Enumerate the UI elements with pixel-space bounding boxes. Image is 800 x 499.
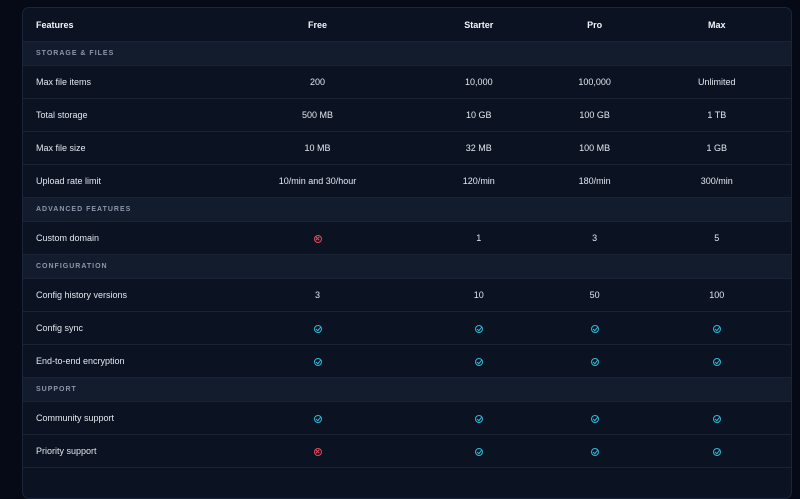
check-circle-icon: [712, 414, 721, 423]
table-row: End-to-end encryption: [23, 345, 791, 378]
cell-free: [224, 323, 411, 333]
feature-label: Priority support: [36, 446, 97, 456]
cell-max: [643, 446, 791, 456]
table-row: Max file size 10 MB 32 MB 100 MB 1 GB: [23, 132, 791, 165]
feature-label: Custom domain: [36, 233, 100, 243]
feature-label: Community support: [36, 413, 115, 423]
cell-starter: 10,000: [465, 77, 493, 87]
header-plan-free: Free: [308, 19, 328, 30]
cell-pro: 50: [589, 290, 600, 300]
cell-max: Unlimited: [698, 77, 736, 87]
check-circle-icon: [474, 447, 483, 456]
cell-max: 1 TB: [707, 110, 727, 120]
cell-pro: [547, 413, 643, 423]
cell-max: [643, 356, 791, 366]
cell-starter: 1: [476, 233, 482, 243]
cell-free: [224, 233, 411, 243]
cell-starter: 120/min: [462, 176, 495, 186]
cell-free: 10/min and 30/hour: [278, 176, 357, 186]
table-row: Upload rate limit 10/min and 30/hour 120/m…: [23, 165, 791, 198]
cell-max: [643, 413, 791, 423]
section-row: SUPPORT: [23, 378, 791, 402]
cell-pro: 100,000: [578, 77, 611, 87]
feature-label: Upload rate limit: [36, 176, 102, 186]
cell-free: 3: [315, 290, 321, 300]
check-circle-icon: [590, 357, 599, 366]
table-row: Custom domain 1 3 5: [23, 222, 791, 255]
check-circle-icon: [712, 324, 721, 333]
feature-label: End-to-end encryption: [36, 356, 125, 366]
cell-pro: 100 MB: [579, 143, 611, 153]
section-title: SUPPORT: [36, 386, 77, 393]
check-circle-icon: [474, 357, 483, 366]
check-circle-icon: [474, 324, 483, 333]
feature-label: Total storage: [36, 110, 88, 120]
cell-starter: [411, 356, 547, 366]
cell-pro: [547, 356, 643, 366]
cell-starter: [411, 323, 547, 333]
cell-max: 1 GB: [706, 143, 728, 153]
cell-free: 200: [310, 77, 326, 87]
section-title: CONFIGURATION: [36, 263, 108, 270]
feature-label: Config history versions: [36, 290, 128, 300]
section-row: STORAGE & FILES: [23, 42, 791, 66]
header-plan-pro: Pro: [587, 19, 603, 30]
cell-free: [224, 356, 411, 366]
feature-label: Max file size: [36, 143, 86, 153]
table-row: Priority support: [23, 435, 791, 468]
check-circle-icon: [313, 414, 322, 423]
check-circle-icon: [590, 447, 599, 456]
header-plan-max: Max: [708, 19, 726, 30]
table-header: Features Free Starter Pro Max: [23, 8, 791, 42]
check-circle-icon: [590, 324, 599, 333]
cell-max: 100: [709, 290, 725, 300]
feature-label: Config sync: [36, 323, 84, 333]
cell-starter: 10 GB: [466, 110, 492, 120]
cell-pro: 180/min: [578, 176, 611, 186]
cell-pro: 3: [592, 233, 598, 243]
cell-starter: 10: [473, 290, 484, 300]
cell-free: [224, 446, 411, 456]
table-row: Total storage 500 MB 10 GB 100 GB 1 TB: [23, 99, 791, 132]
section-title: ADVANCED FEATURES: [36, 206, 132, 213]
check-circle-icon: [590, 414, 599, 423]
section-row: CONFIGURATION: [23, 255, 791, 279]
check-circle-icon: [712, 447, 721, 456]
check-circle-icon: [313, 357, 322, 366]
table-row: Config sync: [23, 312, 791, 345]
cell-max: [643, 323, 791, 333]
section-row: ADVANCED FEATURES: [23, 198, 791, 222]
cell-pro: [547, 323, 643, 333]
table-body: STORAGE & FILES Max file items 200 10,000 10…: [23, 42, 791, 468]
cell-starter: [411, 413, 547, 423]
cell-starter: [411, 446, 547, 456]
cell-free: 500 MB: [302, 110, 334, 120]
cell-pro: 100 GB: [579, 110, 610, 120]
section-title: STORAGE & FILES: [36, 50, 115, 57]
cell-max: 300/min: [700, 176, 733, 186]
table-row: Community support: [23, 402, 791, 435]
cell-starter: 32 MB: [465, 143, 492, 153]
cell-free: [224, 413, 411, 423]
table-row: Config history versions 3 10 50 100: [23, 279, 791, 312]
cell-free: 10 MB: [304, 143, 331, 153]
cell-max: 5: [714, 233, 720, 243]
header-plan-starter: Starter: [464, 19, 494, 30]
x-circle-icon: [313, 234, 322, 243]
header-features: Features: [36, 19, 74, 30]
pricing-comparison-table: Features Free Starter Pro Max STORAGE & …: [22, 7, 792, 499]
x-circle-icon: [313, 447, 322, 456]
check-circle-icon: [474, 414, 483, 423]
feature-label: Max file items: [36, 77, 92, 87]
cell-pro: [547, 446, 643, 456]
check-circle-icon: [712, 357, 721, 366]
table-row: Max file items 200 10,000 100,000 Unlimited: [23, 66, 791, 99]
check-circle-icon: [313, 324, 322, 333]
